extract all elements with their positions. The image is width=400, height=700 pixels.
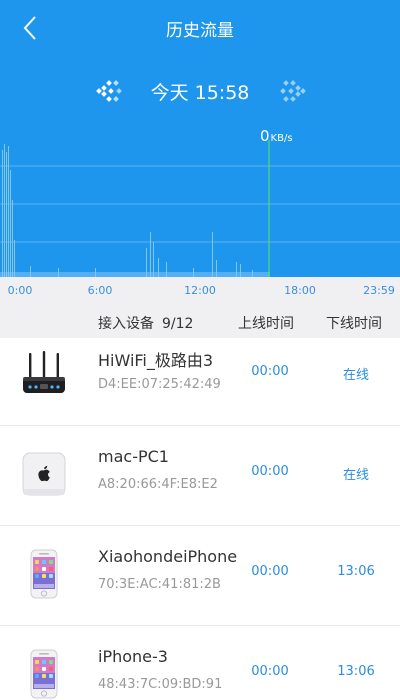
- apple-icon: [18, 448, 70, 500]
- device-name: iPhone-3: [98, 647, 168, 666]
- iphone-icon: [18, 648, 70, 700]
- x-tick-label: 6:00: [87, 284, 113, 297]
- device-offline-status: 在线: [342, 468, 369, 483]
- online-time-header: 上线时间: [238, 316, 294, 332]
- device-mac: A8:20:66:4F:E8:E2: [98, 477, 218, 492]
- device-mac: 48:43:7C:09:BD:91: [98, 677, 223, 692]
- devices-label: 接入设备: [98, 316, 154, 332]
- device-offline-status: 在线: [342, 368, 369, 383]
- device-online-time: 00:00: [251, 664, 289, 679]
- device-online-time: 00:00: [251, 364, 289, 379]
- double-chevron-right-icon[interactable]: [280, 78, 306, 104]
- x-axis: 0:00 6:00 12:00 18:00 23:59: [0, 277, 400, 304]
- page-title: 历史流量: [166, 21, 234, 41]
- x-tick-label: 23:59: [363, 284, 395, 297]
- devices-header: 接入设备 9/12: [98, 313, 193, 333]
- grid-lines: [0, 165, 400, 243]
- device-online-time: 00:00: [251, 564, 289, 579]
- device-mac: D4:EE:07:25:42:49: [98, 377, 221, 392]
- device-row[interactable]: XiaohondeiPhone 70:3E:AC:41:81:2B 00:00 …: [0, 526, 400, 626]
- device-count: 9/12: [162, 316, 194, 332]
- device-offline-time: 13:06: [337, 564, 375, 579]
- router-icon: [18, 348, 70, 400]
- traffic-bars: [0, 144, 270, 277]
- device-list-header: 接入设备 9/12 上线时间 下线时间: [0, 304, 400, 338]
- device-name: mac-PC1: [98, 447, 169, 466]
- traffic-chart: [0, 140, 400, 277]
- x-tick-label: 18:00: [284, 284, 316, 297]
- device-offline-time: 13:06: [337, 664, 375, 679]
- device-row[interactable]: mac-PC1 A8:20:66:4F:E8:E2 00:00 在线: [0, 426, 400, 526]
- iphone-icon: [18, 548, 70, 600]
- x-tick-label: 12:00: [184, 284, 216, 297]
- date-label: 今天 15:58: [150, 82, 250, 104]
- device-row[interactable]: HiWiFi_极路由3 D4:EE:07:25:42:49 00:00 在线: [0, 338, 400, 426]
- device-name: XiaohondeiPhone: [98, 547, 238, 566]
- offline-time-header: 下线时间: [326, 316, 382, 332]
- date-navigator: 今天 15:58: [0, 72, 400, 110]
- device-mac: 70:3E:AC:41:81:2B: [98, 577, 221, 592]
- device-list: HiWiFi_极路由3 D4:EE:07:25:42:49 00:00 在线 m…: [0, 338, 400, 700]
- x-tick-label: 0:00: [7, 284, 33, 297]
- device-row[interactable]: iPhone-3 48:43:7C:09:BD:91 00:00 13:06: [0, 626, 400, 700]
- header-panel: 历史流量 今天 15:58 0KB/s: [0, 0, 400, 277]
- device-online-time: 00:00: [251, 464, 289, 479]
- device-name: HiWiFi_极路由3: [98, 351, 214, 370]
